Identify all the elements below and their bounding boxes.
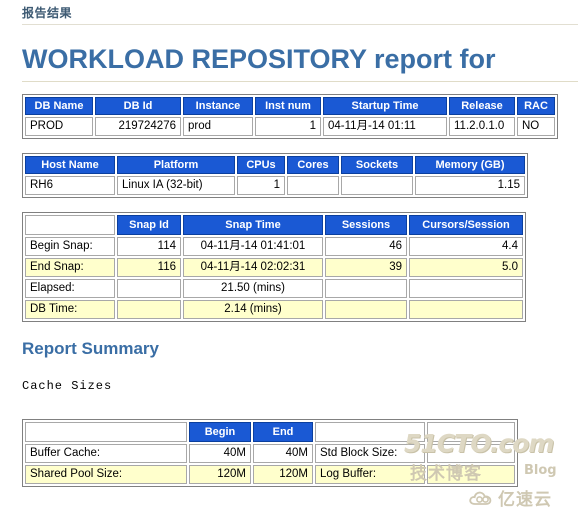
host-info-table-wrapper: Host Name Platform CPUs Cores Sockets Me… (0, 153, 578, 199)
section-title-report-summary: Report Summary (22, 339, 159, 359)
col-cache-blank-3 (427, 422, 515, 443)
cell-cache-begin: 120M (189, 465, 251, 485)
cell-cursors-session: 4.4 (409, 237, 523, 257)
col-inst-num: Inst num (255, 97, 321, 116)
host-info-table: Host Name Platform CPUs Cores Sockets Me… (22, 153, 528, 199)
cell-row-label: Begin Snap: (25, 237, 115, 257)
cell-startup-time: 04-11月-14 01:11 (323, 117, 447, 137)
cell-inst-num: 1 (255, 117, 321, 137)
db-info-table-wrapper: DB Name DB Id Instance Inst num Startup … (0, 94, 578, 140)
table-row: DB Time: 2.14 (mins) (25, 300, 523, 320)
col-rac: RAC (517, 97, 555, 116)
cell-cache-label2: Log Buffer: (315, 465, 425, 485)
cell-sessions (325, 300, 407, 320)
table-row: Buffer Cache: 40M 40M Std Block Size: (25, 444, 515, 464)
cell-db-id: 219724276 (95, 117, 181, 137)
cell-cache-end: 120M (253, 465, 313, 485)
col-memory-gb: Memory (GB) (415, 156, 525, 175)
cell-cache-value2 (427, 465, 515, 485)
watermark-cloud-text: 亿速云 (498, 490, 552, 510)
cell-instance: prod (183, 117, 253, 137)
cell-row-label: Elapsed: (25, 279, 115, 299)
col-snap-id: Snap Id (117, 215, 181, 236)
snapshot-table-wrapper: Snap Id Snap Time Sessions Cursors/Sessi… (0, 212, 578, 323)
cell-cache-label: Buffer Cache: (25, 444, 187, 464)
table-row: Shared Pool Size: 120M 120M Log Buffer: (25, 465, 515, 485)
cell-rac: NO (517, 117, 555, 137)
col-cache-blank-2 (315, 422, 425, 443)
cell-sockets (341, 176, 413, 196)
cell-release: 11.2.0.1.0 (449, 117, 515, 137)
col-cores: Cores (287, 156, 339, 175)
cell-cache-end: 40M (253, 444, 313, 464)
db-info-table: DB Name DB Id Instance Inst num Startup … (22, 94, 558, 140)
table-row: RH6 Linux IA (32-bit) 1 1.15 (25, 176, 525, 196)
page-breadcrumb: 报告结果 (22, 6, 73, 20)
cell-sessions: 46 (325, 237, 407, 257)
table-header-row: DB Name DB Id Instance Inst num Startup … (25, 97, 555, 116)
cell-snap-time: 04-11月-14 01:41:01 (183, 237, 323, 257)
cell-host-name: RH6 (25, 176, 115, 196)
cell-cpus: 1 (237, 176, 285, 196)
col-sockets: Sockets (341, 156, 413, 175)
table-row: PROD 219724276 prod 1 04-11月-14 01:11 11… (25, 117, 555, 137)
cell-snap-time: 04-11月-14 02:02:31 (183, 258, 323, 278)
col-cache-blank-1 (25, 422, 187, 443)
table-row: Elapsed: 21.50 (mins) (25, 279, 523, 299)
cell-memory-gb: 1.15 (415, 176, 525, 196)
table-header-row: Host Name Platform CPUs Cores Sockets Me… (25, 156, 525, 175)
cell-platform: Linux IA (32-bit) (117, 176, 235, 196)
cell-snap-id (117, 300, 181, 320)
col-snap-time: Snap Time (183, 215, 323, 236)
cell-dbtime-value: 2.14 (mins) (183, 300, 323, 320)
cell-cache-label2: Std Block Size: (315, 444, 425, 464)
cell-cache-value2 (427, 444, 515, 464)
col-db-id: DB Id (95, 97, 181, 116)
cell-cursors-session (409, 279, 523, 299)
cache-sizes-table: Begin End Buffer Cache: 40M 40M Std Bloc… (22, 419, 518, 488)
cell-sessions: 39 (325, 258, 407, 278)
col-release: Release (449, 97, 515, 116)
col-sessions: Sessions (325, 215, 407, 236)
col-db-name: DB Name (25, 97, 93, 116)
col-begin: Begin (189, 422, 251, 443)
cell-cache-begin: 40M (189, 444, 251, 464)
cell-cache-label: Shared Pool Size: (25, 465, 187, 485)
col-snap-blank (25, 215, 115, 236)
cache-sizes-table-wrapper: Begin End Buffer Cache: 40M 40M Std Bloc… (0, 419, 578, 488)
cell-cores (287, 176, 339, 196)
cell-row-label: End Snap: (25, 258, 115, 278)
col-end: End (253, 422, 313, 443)
cell-cursors-session: 5.0 (409, 258, 523, 278)
subsection-label-cache-sizes: Cache Sizes (22, 379, 113, 394)
table-row: End Snap: 116 04-11月-14 02:02:31 39 5.0 (25, 258, 523, 278)
cell-snap-id (117, 279, 181, 299)
col-cpus: CPUs (237, 156, 285, 175)
col-cursors-session: Cursors/Session (409, 215, 523, 236)
table-header-row: Begin End (25, 422, 515, 443)
cell-elapsed-value: 21.50 (mins) (183, 279, 323, 299)
cell-snap-id: 114 (117, 237, 181, 257)
col-host-name: Host Name (25, 156, 115, 175)
col-startup-time: Startup Time (323, 97, 447, 116)
col-instance: Instance (183, 97, 253, 116)
cell-db-name: PROD (25, 117, 93, 137)
cloud-logo-icon (468, 489, 494, 507)
cell-sessions (325, 279, 407, 299)
col-platform: Platform (117, 156, 235, 175)
table-row: Begin Snap: 114 04-11月-14 01:41:01 46 4.… (25, 237, 523, 257)
watermark-cloud-group: 亿速云 (468, 485, 552, 510)
cell-row-label: DB Time: (25, 300, 115, 320)
cell-cursors-session (409, 300, 523, 320)
cell-snap-id: 116 (117, 258, 181, 278)
table-header-row: Snap Id Snap Time Sessions Cursors/Sessi… (25, 215, 523, 236)
page-title: WORKLOAD REPOSITORY report for (22, 44, 496, 74)
snapshot-table: Snap Id Snap Time Sessions Cursors/Sessi… (22, 212, 526, 323)
